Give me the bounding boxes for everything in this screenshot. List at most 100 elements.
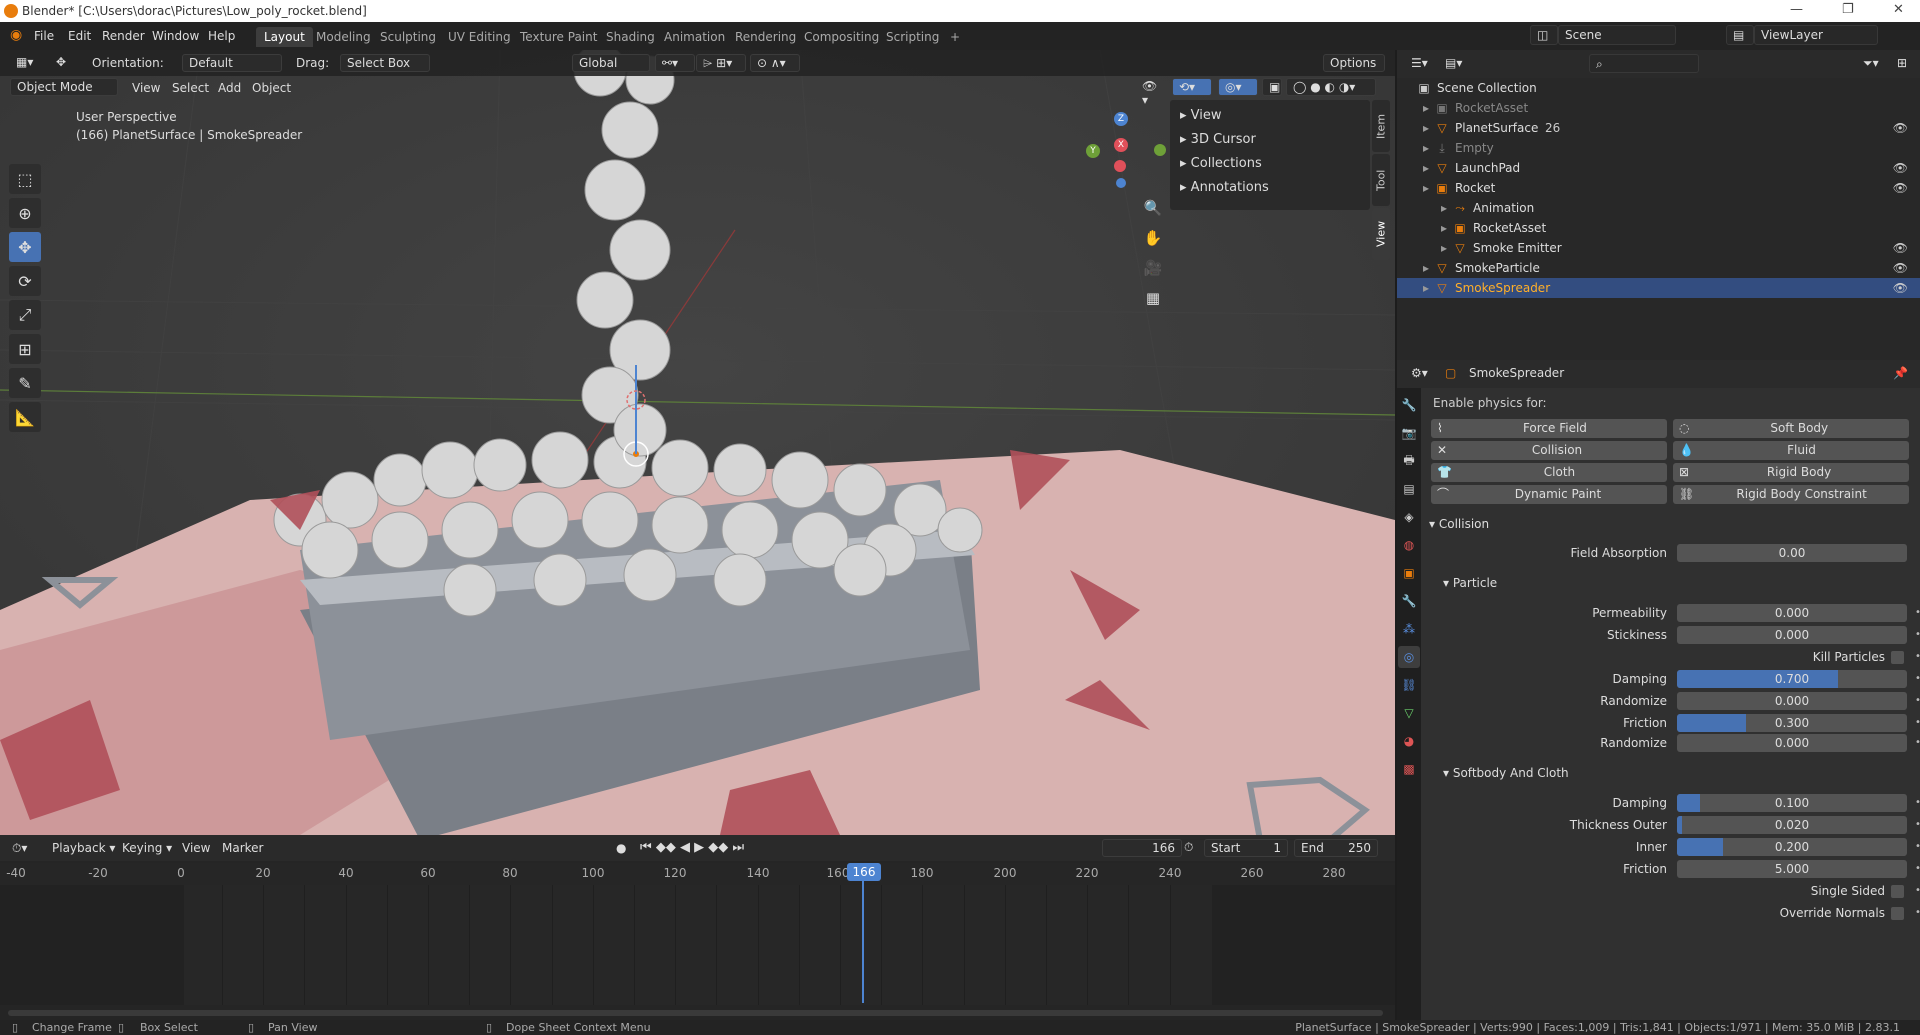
sb-friction-field[interactable]: 5.000 <box>1677 860 1907 878</box>
start-frame-field[interactable]: Start 1 <box>1204 839 1288 857</box>
ortho-grid-icon[interactable]: ▦ <box>1140 285 1166 311</box>
expand-arrow-icon[interactable]: ▸ <box>1437 201 1451 215</box>
3d-viewport[interactable]: ▦▾ ✥ Orientation: Default Drag: Select B… <box>0 50 1395 835</box>
outliner-row[interactable]: ▸ ⤳ Animation <box>1397 198 1920 218</box>
visibility-eye-icon[interactable]: 👁 <box>1893 181 1908 195</box>
camera-icon[interactable]: 🎥 <box>1140 255 1166 281</box>
tab-view[interactable]: View <box>1372 208 1390 260</box>
tab-animation[interactable]: Animation <box>656 27 733 47</box>
menu-edit[interactable]: Edit <box>68 29 91 43</box>
outliner-row[interactable]: ▸ ▽ SmokeParticle 👁 <box>1397 258 1920 278</box>
override-normals-checkbox[interactable] <box>1891 907 1904 920</box>
visibility-eye-icon[interactable]: 👁 <box>1893 161 1908 175</box>
npanel-annotations[interactable]: ▸ Annotations <box>1180 180 1269 195</box>
outliner-row[interactable]: ▸ ▣ RocketAsset <box>1397 218 1920 238</box>
outliner-row[interactable]: ▸ ▣ RocketAsset <box>1397 98 1920 118</box>
blender-menu-icon[interactable]: ◉ <box>10 27 22 43</box>
object-mode-dropdown[interactable]: Object Mode <box>10 78 118 96</box>
pan-hand-icon[interactable]: ✋ <box>1140 225 1166 251</box>
tab-layout[interactable]: Layout <box>256 27 313 47</box>
randomize-friction-field[interactable]: 0.000 <box>1677 734 1907 752</box>
fluid-button[interactable]: 💧 Fluid <box>1673 441 1909 460</box>
expand-arrow-icon[interactable]: ▸ <box>1419 161 1433 175</box>
outliner-editor-type-icon[interactable]: ☰▾ <box>1411 56 1428 70</box>
tab-rendering[interactable]: Rendering <box>727 27 804 47</box>
snap-icon[interactable]: ⌲ ⊞▾ <box>696 54 746 72</box>
playhead-frame-label[interactable]: 166 <box>847 863 881 881</box>
pivot-point-icon[interactable]: ⚯▾ <box>655 54 695 72</box>
modifier-tab-icon[interactable]: 🔧 <box>1398 590 1420 612</box>
view-layer-field[interactable]: ViewLayer <box>1754 25 1878 45</box>
world-tab-icon[interactable]: ◍ <box>1398 534 1420 556</box>
expand-arrow-icon[interactable]: ▸ <box>1419 261 1433 275</box>
particle-subpanel-header[interactable]: ▾ Particle <box>1443 576 1497 590</box>
transform-icon[interactable]: ⊞ <box>9 334 41 364</box>
npanel-view[interactable]: ▸ View <box>1180 108 1222 123</box>
record-icon[interactable]: ● <box>616 841 626 855</box>
output-tab-icon[interactable]: 🖶 <box>1398 450 1420 472</box>
timeline-scrollbar[interactable] <box>8 1010 1383 1016</box>
sb-damping-slider[interactable]: 0.100 <box>1677 794 1907 812</box>
scale-icon[interactable]: ⤢ <box>9 300 41 330</box>
object-tab-icon[interactable]: ▣ <box>1398 562 1420 584</box>
softbody-subpanel-header[interactable]: ▾ Softbody And Cloth <box>1443 766 1569 780</box>
menu-window[interactable]: Window <box>152 29 199 43</box>
outliner-scene-collection[interactable]: ▣ Scene Collection <box>1397 78 1920 98</box>
visibility-icon[interactable]: 👁▾ <box>1136 78 1166 107</box>
outliner-row[interactable]: ▸ ⤓ Empty <box>1397 138 1920 158</box>
collision-panel-header[interactable]: ▾ Collision <box>1429 517 1489 531</box>
tab-shading[interactable]: Shading <box>598 27 663 47</box>
annotate-icon[interactable]: ✎ <box>9 368 41 398</box>
gizmo-neg-z[interactable] <box>1116 178 1126 188</box>
expand-arrow-icon[interactable]: ▸ <box>1419 181 1433 195</box>
viewport-menu-select[interactable]: Select <box>172 81 209 95</box>
visibility-eye-icon[interactable]: 👁 <box>1893 121 1908 135</box>
tab-sculpting[interactable]: Sculpting <box>372 27 444 47</box>
timeline-menu-keying[interactable]: Keying ▾ <box>122 841 172 855</box>
zoom-icon[interactable]: 🔍 <box>1140 195 1166 221</box>
gizmo-x-axis[interactable]: X <box>1114 138 1128 152</box>
scene-name-field[interactable]: Scene <box>1558 25 1676 45</box>
view-layer-browse-icon[interactable]: ▤ <box>1726 25 1754 45</box>
thickness-outer-slider[interactable]: 0.020 <box>1677 816 1907 834</box>
move-icon[interactable]: ✥ <box>9 232 41 262</box>
soft-body-button[interactable]: ◌ Soft Body <box>1673 419 1909 438</box>
filter-icon[interactable]: ⏷▾ <box>1863 56 1879 71</box>
timeline-menu-playback[interactable]: Playback ▾ <box>52 841 115 855</box>
outliner-row[interactable]: ▸ ▽ PlanetSurface 26 👁 <box>1397 118 1920 138</box>
npanel-3d-cursor[interactable]: ▸ 3D Cursor <box>1180 132 1256 147</box>
constraints-tab-icon[interactable]: ⛓ <box>1398 674 1420 696</box>
outliner-row[interactable]: ▸ ▽ SmokeSpreader 👁 <box>1397 278 1920 298</box>
kill-particles-checkbox[interactable] <box>1891 651 1904 664</box>
maximize-button[interactable]: ❐ <box>1842 2 1854 17</box>
physics-tab-icon[interactable]: ◎ <box>1398 646 1420 668</box>
tab-item[interactable]: Item <box>1372 100 1390 152</box>
timeline-menu-view[interactable]: View <box>182 841 210 855</box>
properties-editor-type-icon[interactable]: ⚙▾ <box>1411 366 1428 380</box>
timeline-ruler[interactable]: -40 -20 0 20 40 60 80 100 120 140 160 18… <box>0 863 1395 885</box>
data-tab-icon[interactable]: ▽ <box>1398 702 1420 724</box>
dynamic-paint-button[interactable]: ⌒ Dynamic Paint <box>1431 485 1667 504</box>
npanel-collections[interactable]: ▸ Collections <box>1180 156 1262 171</box>
viewport-menu-object[interactable]: Object <box>252 81 291 95</box>
orientation-dropdown[interactable]: Default <box>182 54 282 72</box>
tab-tool[interactable]: Tool <box>1372 154 1390 206</box>
display-mode-icon[interactable]: ▤▾ <box>1445 56 1462 70</box>
timeline-editor-type-icon[interactable]: ⏱▾ <box>12 841 27 856</box>
expand-arrow-icon[interactable]: ▸ <box>1419 281 1433 295</box>
outliner-search-input[interactable]: ⌕ <box>1589 54 1699 73</box>
rigid-body-constraint-button[interactable]: ⛓ Rigid Body Constraint <box>1673 485 1909 504</box>
rotate-icon[interactable]: ⟳ <box>9 266 41 296</box>
current-frame-field[interactable]: 166 <box>1102 839 1182 857</box>
damping-slider[interactable]: 0.700 <box>1677 670 1907 688</box>
expand-arrow-icon[interactable]: ▸ <box>1437 241 1451 255</box>
gizmo-y-axis[interactable]: Y <box>1086 144 1100 158</box>
view-layer-tab-icon[interactable]: ▤ <box>1398 478 1420 500</box>
close-button[interactable]: ✕ <box>1893 2 1904 17</box>
material-tab-icon[interactable]: ◕ <box>1398 730 1420 752</box>
measure-icon[interactable]: 📐 <box>9 402 41 432</box>
scene-tab-icon[interactable]: ◈ <box>1398 506 1420 528</box>
cursor-icon[interactable]: ⊕ <box>9 198 41 228</box>
expand-arrow-icon[interactable]: ▸ <box>1419 121 1433 135</box>
viewport-menu-view[interactable]: View <box>132 81 160 95</box>
